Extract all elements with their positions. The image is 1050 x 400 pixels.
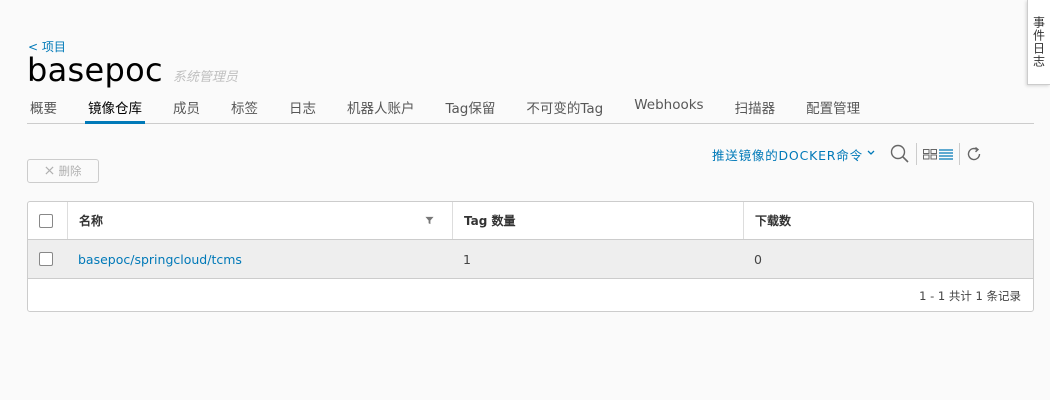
column-header-pull-count-label: 下载数 [755,214,792,228]
push-command-dropdown[interactable]: 推送镜像的DOCKER命令 [712,145,875,164]
pull-count-value: 0 [754,251,762,267]
column-header-name-label: 名称 [79,214,104,228]
tab-members[interactable]: 成员 [170,94,203,120]
tab-summary[interactable]: 概要 [27,94,60,120]
filter-icon[interactable] [425,214,434,228]
repo-name-cell: basepoc/springcloud/tcms [67,240,452,278]
tab-labels[interactable]: 标签 [228,94,261,120]
event-log-label: 事件日志 [1031,16,1046,68]
tab-webhooks[interactable]: Webhooks [631,94,706,120]
page-title: basepoc [27,51,163,89]
search-icon[interactable] [890,144,910,164]
tab-tag-retention[interactable]: Tag保留 [443,94,499,120]
table-row: basepoc/springcloud/tcms 1 0 [28,240,1033,279]
page-header: basepoc 系统管理员 [27,50,238,90]
row-select-cell [28,240,67,278]
toolbar-divider [915,143,917,165]
tab-immutable-tag[interactable]: 不可变的Tag [523,94,606,120]
close-icon [44,164,54,178]
grid-header: 名称 Tag 数量 下载数 [28,202,1033,240]
tab-bar: 概要 镜像仓库 成员 标签 日志 机器人账户 Tag保留 不可变的Tag Web… [27,94,1034,124]
repo-name-link[interactable]: basepoc/springcloud/tcms [78,252,242,267]
delete-button[interactable]: 删除 [27,159,99,183]
pull-count-cell: 0 [743,240,1033,278]
grid-toolbar: 推送镜像的DOCKER命令 [712,142,982,166]
list-view-icon[interactable] [938,148,953,160]
select-all-cell [28,202,67,239]
chevron-down-icon [867,149,875,159]
toolbar-divider [958,143,960,165]
push-command-label: 推送镜像的DOCKER命令 [712,147,863,163]
tag-count-cell: 1 [452,240,743,278]
tab-repositories[interactable]: 镜像仓库 [85,94,145,124]
row-checkbox[interactable] [39,252,53,266]
column-header-tag-count[interactable]: Tag 数量 [452,202,743,239]
card-view-icon[interactable] [922,148,937,160]
refresh-icon[interactable] [966,146,982,162]
column-header-pull-count[interactable]: 下载数 [743,202,1033,239]
column-header-name[interactable]: 名称 [67,202,452,239]
tab-scanners[interactable]: 扫描器 [732,94,779,120]
grid-footer: 1 - 1 共计 1 条记录 [28,279,1033,311]
tab-configuration[interactable]: 配置管理 [803,94,863,120]
role-label: 系统管理员 [172,70,238,85]
select-all-checkbox[interactable] [39,213,53,228]
page: < 项目 basepoc 系统管理员 事件日志 概要 镜像仓库 成员 标签 日志… [0,0,1050,400]
event-log-button[interactable]: 事件日志 [1027,0,1050,85]
column-header-tag-count-label: Tag 数量 [464,214,516,228]
tab-logs[interactable]: 日志 [286,94,319,120]
tab-robot-accounts[interactable]: 机器人账户 [344,94,418,120]
tag-count-value: 1 [463,251,471,267]
repository-grid: 名称 Tag 数量 下载数 basepoc/springcloud/tcms 1 [27,201,1034,312]
delete-button-label: 删除 [58,164,82,178]
pagination-summary: 1 - 1 共计 1 条记录 [919,288,1021,303]
